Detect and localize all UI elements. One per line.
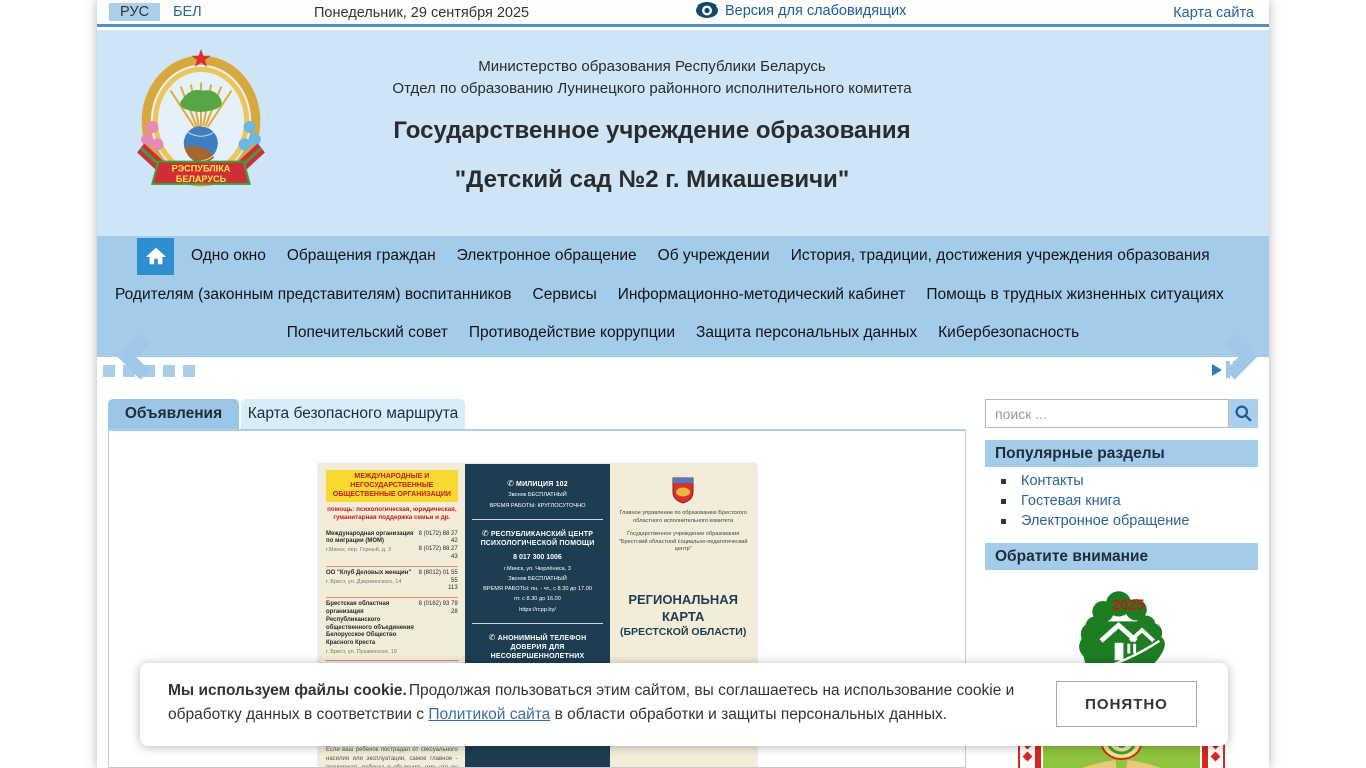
poster-title: РЕГИОНАЛЬНАЯ КАРТА bbox=[628, 591, 739, 624]
home-icon bbox=[145, 247, 166, 265]
slider-dot-1[interactable] bbox=[103, 365, 115, 377]
nav-item-roditelyam[interactable]: Родителям (законным представителям) восп… bbox=[115, 286, 512, 304]
tab-safe-route-map[interactable]: Карта безопасного маршрута bbox=[241, 399, 465, 429]
list-item: Электронное обращение bbox=[985, 512, 1258, 532]
top-bar: РУС БЕЛ Понедельник, 29 сентября 2025 Ве… bbox=[97, 0, 1269, 27]
institution-name: "Детский сад №2 г. Микашевичи" bbox=[454, 166, 850, 193]
phone-icon: ✆ bbox=[507, 479, 515, 488]
nav-item-odno-okno[interactable]: Одно окно bbox=[191, 247, 266, 265]
tab-announcements[interactable]: Объявления bbox=[108, 399, 239, 429]
lang-switch-bel[interactable]: БЕЛ bbox=[165, 4, 210, 20]
main-nav: Одно окно Обращения граждан Электронное … bbox=[97, 236, 1269, 357]
site-policy-link[interactable]: Политикой сайта bbox=[428, 706, 550, 723]
link-contacts[interactable]: Контакты bbox=[1021, 473, 1084, 489]
slider-prev-arrow[interactable] bbox=[115, 334, 161, 380]
nav-row-3: Попечительский совет Противодействие кор… bbox=[97, 314, 1269, 352]
link-e-appeal[interactable]: Электронное обращение bbox=[1021, 513, 1189, 529]
slider-dot-4[interactable] bbox=[163, 365, 175, 377]
cookie-text: Мы используем файлы cookie. Продолжая пол… bbox=[168, 682, 1015, 723]
ministry-line: Министерство образования Республики Бела… bbox=[478, 58, 826, 75]
nav-item-elektronnoe[interactable]: Электронное обращение bbox=[457, 247, 637, 265]
cookie-accept-button[interactable]: ПОНЯТНО bbox=[1056, 681, 1197, 727]
slider-play-pause[interactable] bbox=[1211, 361, 1237, 378]
attention-header: Обратите внимание bbox=[985, 543, 1258, 570]
nav-item-servisy[interactable]: Сервисы bbox=[533, 286, 597, 304]
nav-item-metodkabinet[interactable]: Информационно-методический кабинет bbox=[618, 286, 906, 304]
poster-left-subheader: помощь: психологическая, юридическая, гу… bbox=[327, 506, 457, 522]
nav-item-ob-uchrezhdenii[interactable]: Об учреждении bbox=[658, 247, 770, 265]
nav-item-pomoshch[interactable]: Помощь в трудных жизненных ситуациях bbox=[926, 286, 1223, 304]
search-input[interactable] bbox=[985, 399, 1229, 428]
poster-left-note: Если ваш ребенок пострадал от сексуально… bbox=[326, 747, 458, 768]
content-column: РУС БЕЛ Понедельник, 29 сентября 2025 Ве… bbox=[97, 0, 1269, 768]
popular-sections-list: Контакты Гостевая книга Электронное обра… bbox=[985, 472, 1258, 532]
pause-icon bbox=[1226, 361, 1237, 378]
poster-subtitle: (БРЕСТСКОЙ ОБЛАСТИ) bbox=[620, 625, 747, 638]
list-item: Контакты bbox=[985, 472, 1258, 492]
page: РУС БЕЛ Понедельник, 29 сентября 2025 Ве… bbox=[0, 0, 1366, 768]
department-line: Отдел по образованию Лунинецкого районно… bbox=[392, 80, 912, 97]
accessibility-label: Версия для слабовидящих bbox=[725, 2, 907, 19]
phone-icon: ✆ bbox=[481, 528, 489, 538]
nav-item-obrashcheniya[interactable]: Обращения граждан bbox=[287, 247, 436, 265]
list-item: Гостевая книга bbox=[985, 492, 1258, 512]
nav-item-kiberbezopasnost[interactable]: Кибербезопасность bbox=[938, 324, 1079, 342]
sitemap-link[interactable]: Карта сайта bbox=[1173, 5, 1254, 21]
current-date: Понедельник, 29 сентября 2025 bbox=[314, 5, 530, 21]
eye-icon bbox=[696, 2, 718, 18]
poster-org-row: Международная организация по миграции (М… bbox=[326, 528, 458, 567]
nav-row-2: Родителям (законным представителям) восп… bbox=[97, 276, 1269, 314]
search-button[interactable] bbox=[1229, 399, 1258, 428]
nav-item-popechitelskiy[interactable]: Попечительский совет bbox=[287, 324, 448, 342]
site-header: РЭСПУБЛІКА БЕЛАРУСЬ Министерство образов… bbox=[97, 30, 1269, 236]
nav-row-1: Одно окно Обращения граждан Электронное … bbox=[97, 236, 1269, 276]
nav-item-korrupciya[interactable]: Противодействие коррупции bbox=[469, 324, 675, 342]
poster-org-row: Брестская областная организация Республи… bbox=[326, 598, 458, 662]
home-button[interactable] bbox=[137, 237, 174, 275]
brest-region-crest-icon bbox=[672, 477, 694, 504]
phone-icon: ✆ bbox=[488, 632, 496, 642]
popular-sections-header: Популярные разделы bbox=[985, 440, 1258, 467]
nav-item-istoriya[interactable]: История, традиции, достижения учреждения… bbox=[791, 247, 1210, 265]
nav-item-personal-data[interactable]: Защита персональных данных bbox=[696, 324, 917, 342]
slider-dot-5[interactable] bbox=[183, 365, 195, 377]
poster-org-row: ОО "Клуб Деловых женщин" г. Брест, ул. Дз… bbox=[326, 567, 458, 599]
svg-text:2025: 2025 bbox=[1112, 598, 1144, 614]
cookie-banner: Мы используем файлы cookie. Продолжая пол… bbox=[140, 663, 1228, 746]
link-guestbook[interactable]: Гостевая книга bbox=[1021, 493, 1121, 509]
poster-left-header: МЕЖДУНАРОДНЫЕ И НЕГОСУДАРСТВЕННЫЕ ОБЩЕСТ… bbox=[326, 470, 458, 503]
play-icon bbox=[1212, 363, 1222, 376]
accessibility-version-link[interactable]: Версия для слабовидящих bbox=[695, 2, 906, 19]
institution-type: Государственное учреждение образования bbox=[393, 117, 911, 144]
search-icon bbox=[1235, 405, 1252, 422]
lang-switch-rus[interactable]: РУС bbox=[109, 3, 161, 21]
